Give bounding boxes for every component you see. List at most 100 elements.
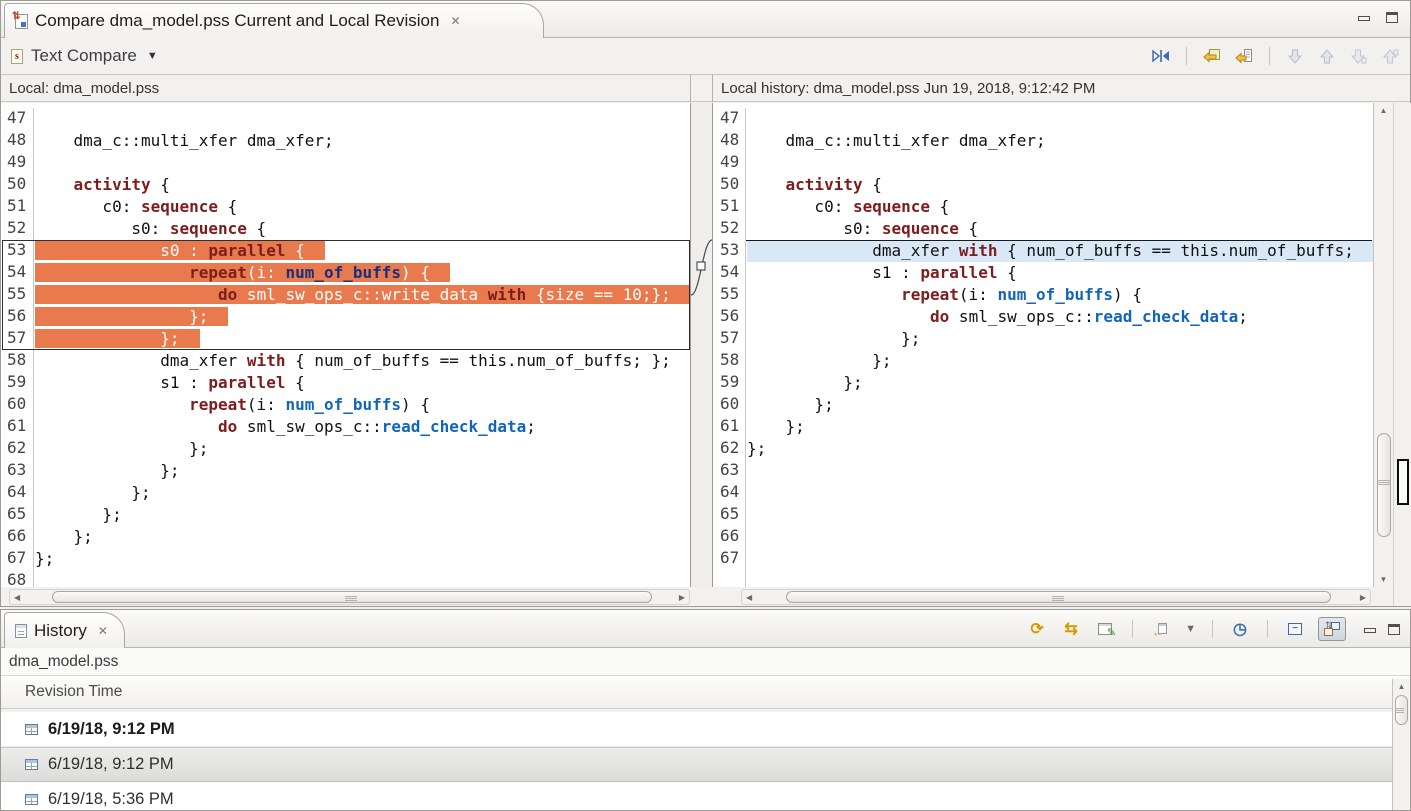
group-revisions-menu-icon[interactable]: ▼	[1185, 623, 1196, 635]
code-segment: {	[218, 197, 237, 216]
code-segment: s1 :	[747, 263, 920, 282]
history-vertical-scrollbar[interactable]: ▲	[1392, 679, 1410, 810]
right-code-pane[interactable]: 4748495051525354555657585960616263646566…	[712, 103, 1373, 587]
line-number: 65	[1, 504, 33, 526]
revision-icon	[25, 759, 38, 770]
next-difference-icon[interactable]	[1284, 45, 1306, 67]
code-line: c0: sequence {	[747, 196, 1373, 218]
collapse-all-icon[interactable]: −	[1284, 618, 1306, 640]
scroll-left-icon[interactable]: ◀	[746, 593, 752, 602]
compare-mode-dropdown[interactable]: s Text Compare ▼	[1, 38, 168, 74]
previous-difference-icon[interactable]	[1316, 45, 1338, 67]
code-line	[35, 152, 690, 174]
right-vertical-scrollbar[interactable]: ▲ ▼	[1373, 103, 1393, 587]
scroll-right-icon[interactable]: ▶	[679, 593, 685, 602]
code-segment: dma_c::multi_xfer dma_xfer;	[35, 131, 334, 150]
editor-window-controls	[1358, 12, 1398, 23]
line-number: 53	[1, 240, 33, 262]
line-number: 55	[714, 284, 745, 306]
collapse-glyph: −	[1288, 623, 1302, 635]
code-line	[747, 526, 1373, 548]
code-segment: {	[959, 219, 978, 238]
scroll-down-icon[interactable]: ▼	[1374, 575, 1393, 584]
minimize-icon[interactable]	[1358, 16, 1370, 21]
right-code-lines: dma_c::multi_xfer dma_xfer; activity { c…	[713, 108, 1373, 570]
code-segment: (i:	[247, 263, 286, 282]
scroll-up-icon[interactable]: ▲	[1393, 682, 1410, 691]
code-segment: };	[35, 483, 151, 502]
code-line: do sml_sw_ops_c::read_check_data;	[747, 306, 1373, 328]
line-number: 60	[1, 394, 33, 416]
line-number: 51	[1, 196, 33, 218]
revision-row[interactable]: 6/19/18, 9:12 PM	[1, 747, 1392, 782]
code-line: };	[747, 416, 1373, 438]
horizontal-scroll-thumb[interactable]	[52, 591, 652, 603]
diff-overview-marker[interactable]	[1397, 459, 1409, 505]
code-line-text: do sml_sw_ops_c::read_check_data;	[35, 417, 536, 436]
scroll-right-icon[interactable]: ▶	[1360, 593, 1366, 602]
code-line: };	[747, 372, 1373, 394]
revision-row[interactable]: 6/19/18, 5:36 PM	[1, 782, 1392, 810]
code-segment: parallel	[208, 241, 285, 260]
swap-left-right-icon[interactable]	[1150, 45, 1172, 67]
code-segment: {	[997, 263, 1016, 282]
copy-all-right-to-left-icon[interactable]	[1201, 45, 1223, 67]
code-segment: };	[747, 417, 805, 436]
compare-mode-toggle[interactable]: ⇅	[1318, 617, 1346, 641]
diff-connector-strip	[691, 103, 712, 587]
close-icon[interactable]: ✕	[450, 14, 460, 28]
close-icon[interactable]: ✕	[98, 624, 108, 638]
right-horizontal-scrollbar[interactable]: ◀ ▶	[741, 589, 1371, 605]
code-segment: read_check_data	[1094, 307, 1239, 326]
previous-change-icon[interactable]	[1380, 45, 1402, 67]
history-column-header-row: Revision Time	[1, 676, 1410, 709]
line-number: 50	[714, 174, 745, 196]
code-segment: {	[285, 241, 304, 260]
line-number: 53	[714, 240, 745, 262]
next-change-icon[interactable]	[1348, 45, 1370, 67]
revision-icon	[25, 794, 38, 805]
code-segment: };	[747, 395, 834, 414]
minimize-icon[interactable]	[1364, 628, 1376, 633]
revision-row[interactable]: 6/19/18, 9:12 PM	[1, 712, 1392, 747]
copy-current-right-to-left-icon[interactable]	[1233, 45, 1255, 67]
link-with-editor-icon[interactable]: ⇆	[1060, 618, 1082, 640]
maximize-icon[interactable]	[1388, 624, 1400, 635]
code-line: };	[35, 482, 690, 504]
left-horizontal-scrollbar[interactable]: ◀ ▶	[9, 589, 690, 605]
line-number: 59	[1, 372, 33, 394]
refresh-icon[interactable]: ⟳	[1026, 618, 1048, 640]
code-line-text: };	[747, 351, 892, 370]
show-time-info-icon[interactable]: ◷	[1229, 618, 1251, 640]
vertical-scroll-thumb[interactable]	[1377, 433, 1391, 537]
overview-ruler[interactable]	[1393, 103, 1411, 606]
code-segment: sequence	[141, 197, 218, 216]
line-number: 63	[714, 460, 745, 482]
code-line	[747, 460, 1373, 482]
code-line-text: };	[747, 439, 766, 458]
code-line-text: c0: sequence {	[747, 197, 949, 216]
compare-editor-icon	[15, 14, 28, 29]
diff-connector-handle[interactable]	[697, 262, 705, 270]
maximize-icon[interactable]	[1386, 12, 1398, 23]
code-line-text: dma_xfer with { num_of_buffs == this.num…	[747, 241, 1354, 260]
group-revisions-icon[interactable]	[1149, 618, 1171, 640]
tab-history[interactable]: History ✕	[4, 612, 125, 648]
column-revision-time[interactable]: Revision Time	[25, 683, 122, 701]
pin-this-history-icon[interactable]	[1094, 618, 1116, 640]
scroll-grip	[1377, 480, 1391, 485]
code-segment: do	[930, 307, 949, 326]
code-line-text: repeat(i: num_of_buffs) {	[35, 263, 450, 282]
tab-compare-editor[interactable]: Compare dma_model.pss Current and Local …	[4, 3, 544, 38]
left-code-pane[interactable]: 4748495051525354555657585960616263646566…	[1, 103, 691, 587]
code-segment: sml_sw_ops_c::	[237, 417, 382, 436]
code-line: repeat(i: num_of_buffs) {	[747, 284, 1373, 306]
code-segment: };	[35, 329, 180, 348]
code-segment: c0:	[35, 197, 141, 216]
scroll-up-icon[interactable]: ▲	[1374, 106, 1393, 115]
line-number: 47	[714, 108, 745, 130]
vertical-scroll-thumb[interactable]	[1395, 695, 1408, 725]
left-pane-header: Local: dma_model.pss	[1, 75, 691, 102]
horizontal-scroll-thumb[interactable]	[786, 591, 1331, 603]
scroll-left-icon[interactable]: ◀	[14, 593, 20, 602]
